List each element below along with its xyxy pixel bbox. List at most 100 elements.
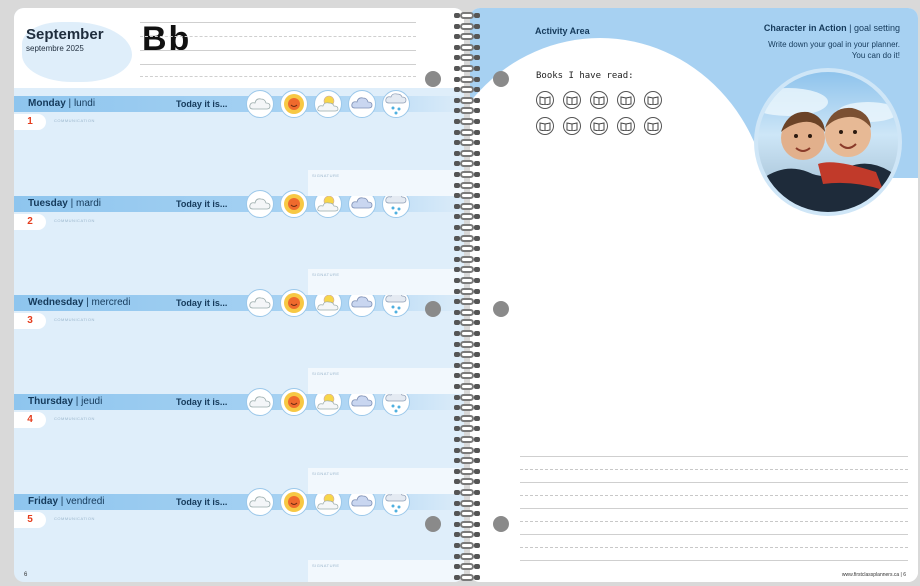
coil-hole	[474, 352, 480, 358]
spiral-coil	[454, 12, 480, 19]
spiral-coil	[454, 404, 480, 412]
coil-ring	[460, 542, 474, 549]
coil-ring	[460, 531, 474, 539]
handwriting-line	[140, 50, 416, 51]
writing-line	[520, 547, 908, 548]
spiral-coil	[454, 192, 480, 200]
sun-cloud-icon[interactable]	[314, 90, 342, 118]
punch-hole	[493, 516, 509, 532]
day-number: 1	[14, 114, 46, 130]
cloud-icon[interactable]	[246, 488, 274, 516]
book-icon[interactable]	[536, 117, 554, 135]
day-number: 3	[14, 313, 46, 329]
coil-hole	[474, 97, 480, 103]
writing-line	[520, 482, 908, 483]
coil-ring	[460, 383, 474, 390]
day-name: Tuesday | mardi	[28, 198, 102, 209]
coil-ring	[460, 467, 474, 475]
coil-ring	[460, 425, 474, 433]
book-icon[interactable]	[590, 117, 608, 135]
book-icon[interactable]	[536, 91, 554, 109]
spiral-coil	[454, 255, 480, 263]
spiral-coil	[454, 372, 480, 380]
coil-hole	[474, 34, 480, 40]
rain-cloud-icon[interactable]	[348, 90, 376, 118]
page-number: 6	[24, 572, 28, 578]
today-it-is-label: Today it is...	[176, 298, 228, 308]
sun-icon[interactable]	[280, 90, 308, 118]
coil-ring	[460, 361, 474, 369]
punch-hole	[493, 71, 509, 87]
coil-ring	[460, 65, 474, 72]
coil-ring	[460, 552, 474, 560]
cloud-icon[interactable]	[246, 190, 274, 218]
communication-label: COMMUNICATION	[54, 516, 95, 521]
sun-icon[interactable]	[280, 190, 308, 218]
signature-box[interactable]: SIGNATURE	[308, 269, 464, 295]
writing-line	[520, 534, 908, 535]
spiral-coil	[454, 266, 480, 274]
signature-box[interactable]: SIGNATURE	[308, 170, 464, 196]
coil-hole	[474, 490, 480, 495]
signature-label: SIGNATURE	[312, 272, 340, 277]
coil-hole	[474, 267, 480, 273]
coil-hole	[474, 543, 480, 548]
day-name-fr: lundi	[73, 98, 96, 109]
spiral-coil	[454, 160, 480, 168]
coil-ring	[460, 351, 474, 359]
coil-hole	[474, 500, 480, 506]
day-name-en: Monday	[28, 98, 66, 109]
month-subtitle: septembre 2025	[26, 44, 84, 53]
coil-hole	[474, 172, 480, 177]
coil-ring	[460, 404, 474, 412]
page-footer: www.firstclassplanners.ca | 6	[841, 572, 906, 578]
writing-line	[520, 469, 908, 470]
book-icon[interactable]	[617, 91, 635, 109]
spiral-coil	[454, 277, 480, 284]
coil-hole	[474, 288, 480, 294]
coil-ring	[460, 160, 474, 168]
kids-photo	[754, 68, 902, 216]
coil-hole	[474, 458, 480, 464]
book-icon[interactable]	[644, 91, 662, 109]
snow-cloud-icon[interactable]	[382, 90, 410, 118]
character-instructions: Write down your goal in your planner. Yo…	[768, 40, 900, 60]
sun-icon[interactable]	[280, 289, 308, 317]
book-icon[interactable]	[590, 91, 608, 109]
spiral-coil	[454, 340, 480, 348]
coil-hole	[474, 161, 480, 167]
coil-hole	[474, 119, 480, 124]
sun-icon[interactable]	[280, 388, 308, 416]
coil-ring	[460, 478, 474, 486]
coil-hole	[474, 87, 480, 93]
day-name-en: Friday	[28, 496, 59, 507]
coil-hole	[474, 511, 480, 517]
book-icon[interactable]	[563, 117, 581, 135]
spiral-coil	[454, 202, 480, 210]
book-icon[interactable]	[617, 117, 635, 135]
day-name-fr: vendredi	[66, 496, 105, 507]
coil-hole	[474, 394, 480, 400]
cloud-icon[interactable]	[246, 90, 274, 118]
coil-ring	[460, 457, 474, 465]
day-name-en: Thursday	[28, 396, 74, 407]
coil-ring	[460, 372, 474, 380]
coil-ring	[460, 308, 474, 316]
cloud-icon[interactable]	[246, 388, 274, 416]
spiral-coil	[454, 510, 480, 518]
book-icon[interactable]	[644, 117, 662, 135]
sun-icon[interactable]	[280, 488, 308, 516]
book-icon[interactable]	[563, 91, 581, 109]
signature-box[interactable]: SIGNATURE	[308, 560, 464, 582]
handwriting-line	[140, 36, 416, 37]
signature-box[interactable]: SIGNATURE	[308, 368, 464, 394]
writing-line	[520, 521, 908, 522]
coil-hole	[474, 341, 480, 347]
coil-ring	[460, 96, 474, 104]
character-title: Character in Action	[763, 23, 847, 33]
coil-hole	[474, 278, 480, 283]
coil-hole	[474, 320, 480, 326]
coil-ring	[460, 393, 474, 401]
signature-box[interactable]: SIGNATURE	[308, 468, 464, 494]
cloud-icon[interactable]	[246, 289, 274, 317]
